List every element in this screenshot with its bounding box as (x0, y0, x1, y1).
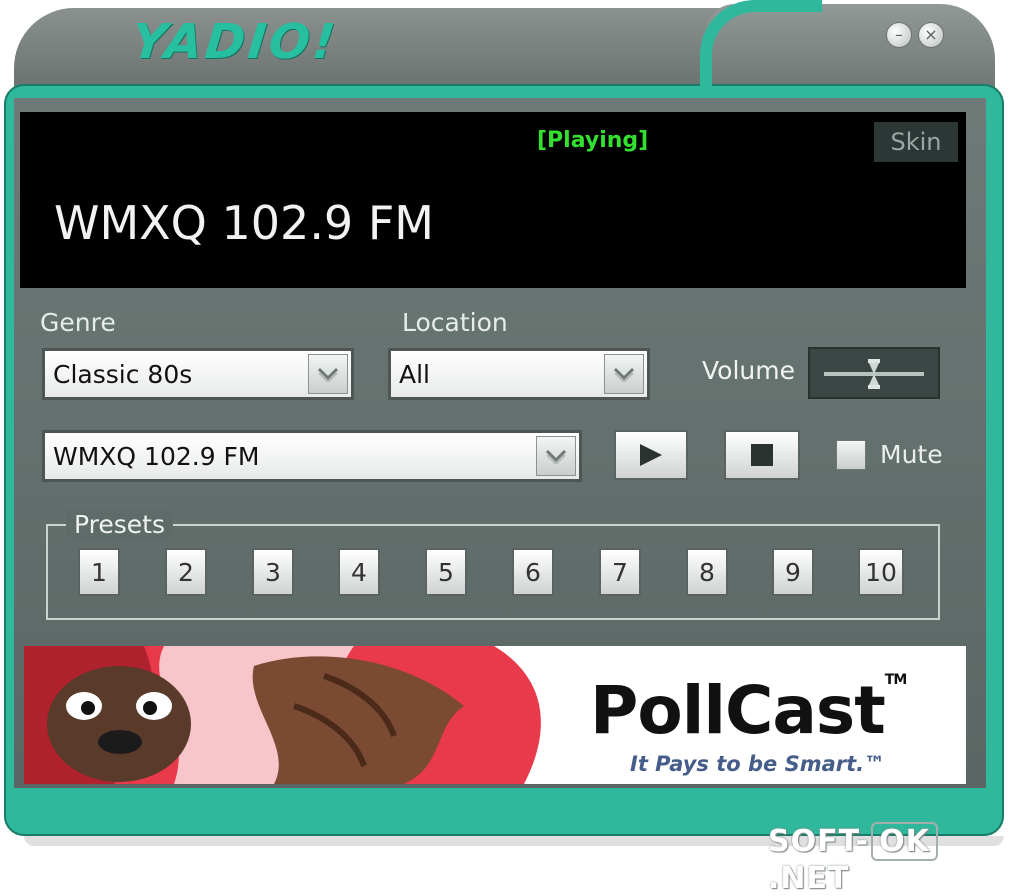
preset-button-1[interactable]: 1 (78, 548, 120, 596)
presets-title: Presets (66, 510, 173, 539)
volume-thumb[interactable] (867, 359, 881, 389)
playback-status: [Playing] (537, 128, 649, 153)
volume-label: Volume (702, 356, 795, 385)
current-station-name: WMXQ 102.9 FM (54, 196, 434, 250)
genre-dropdown[interactable]: Classic 80s (42, 348, 354, 400)
watermark-right: .NET (768, 861, 850, 896)
trademark-mark: TM (884, 672, 908, 688)
preset-button-8[interactable]: 8 (686, 548, 728, 596)
yadio-window: YADIO! – × [Playing] Skin WMXQ 102.9 FM … (0, 0, 1020, 896)
genre-value: Classic 80s (53, 359, 193, 389)
mute-label[interactable]: Mute (880, 440, 943, 469)
brand-name: PollCast (590, 672, 886, 749)
bottom-frame (14, 788, 986, 820)
ad-tagline: It Pays to be Smart.™ (630, 752, 886, 776)
station-value: WMXQ 102.9 FM (53, 441, 260, 471)
watermark-middle: OK (871, 822, 938, 861)
chevron-down-icon[interactable] (536, 436, 576, 476)
genre-label: Genre (40, 308, 116, 337)
preset-button-3[interactable]: 3 (252, 548, 294, 596)
mute-checkbox[interactable] (836, 440, 866, 470)
chevron-down-icon[interactable] (604, 354, 644, 394)
site-watermark: SOFT- OK .NET (768, 822, 1020, 896)
close-button[interactable]: × (918, 22, 944, 48)
minimize-button[interactable]: – (886, 22, 912, 48)
volume-slider[interactable] (808, 347, 940, 399)
chevron-down-icon[interactable] (308, 354, 348, 394)
play-icon (640, 444, 662, 466)
frame-curve (700, 0, 822, 108)
stop-button[interactable] (724, 430, 800, 480)
location-value: All (399, 359, 430, 389)
skin-button[interactable]: Skin (874, 122, 958, 162)
watermark-left: SOFT- (768, 824, 870, 859)
app-logo: YADIO! (129, 14, 341, 70)
preset-button-5[interactable]: 5 (425, 548, 467, 596)
preset-button-4[interactable]: 4 (338, 548, 380, 596)
location-dropdown[interactable]: All (388, 348, 650, 400)
stop-icon (751, 444, 773, 466)
location-label: Location (402, 308, 508, 337)
preset-button-10[interactable]: 10 (858, 548, 904, 596)
preset-button-6[interactable]: 6 (512, 548, 554, 596)
preset-button-7[interactable]: 7 (599, 548, 641, 596)
station-dropdown[interactable]: WMXQ 102.9 FM (42, 430, 582, 482)
minimize-icon: – (895, 25, 903, 44)
preset-button-2[interactable]: 2 (165, 548, 207, 596)
play-button[interactable] (614, 430, 688, 480)
preset-button-9[interactable]: 9 (772, 548, 814, 596)
pollcast-logo[interactable]: PollCastTM (590, 672, 908, 749)
mascot-illustration (24, 646, 584, 784)
close-icon: × (924, 25, 938, 44)
